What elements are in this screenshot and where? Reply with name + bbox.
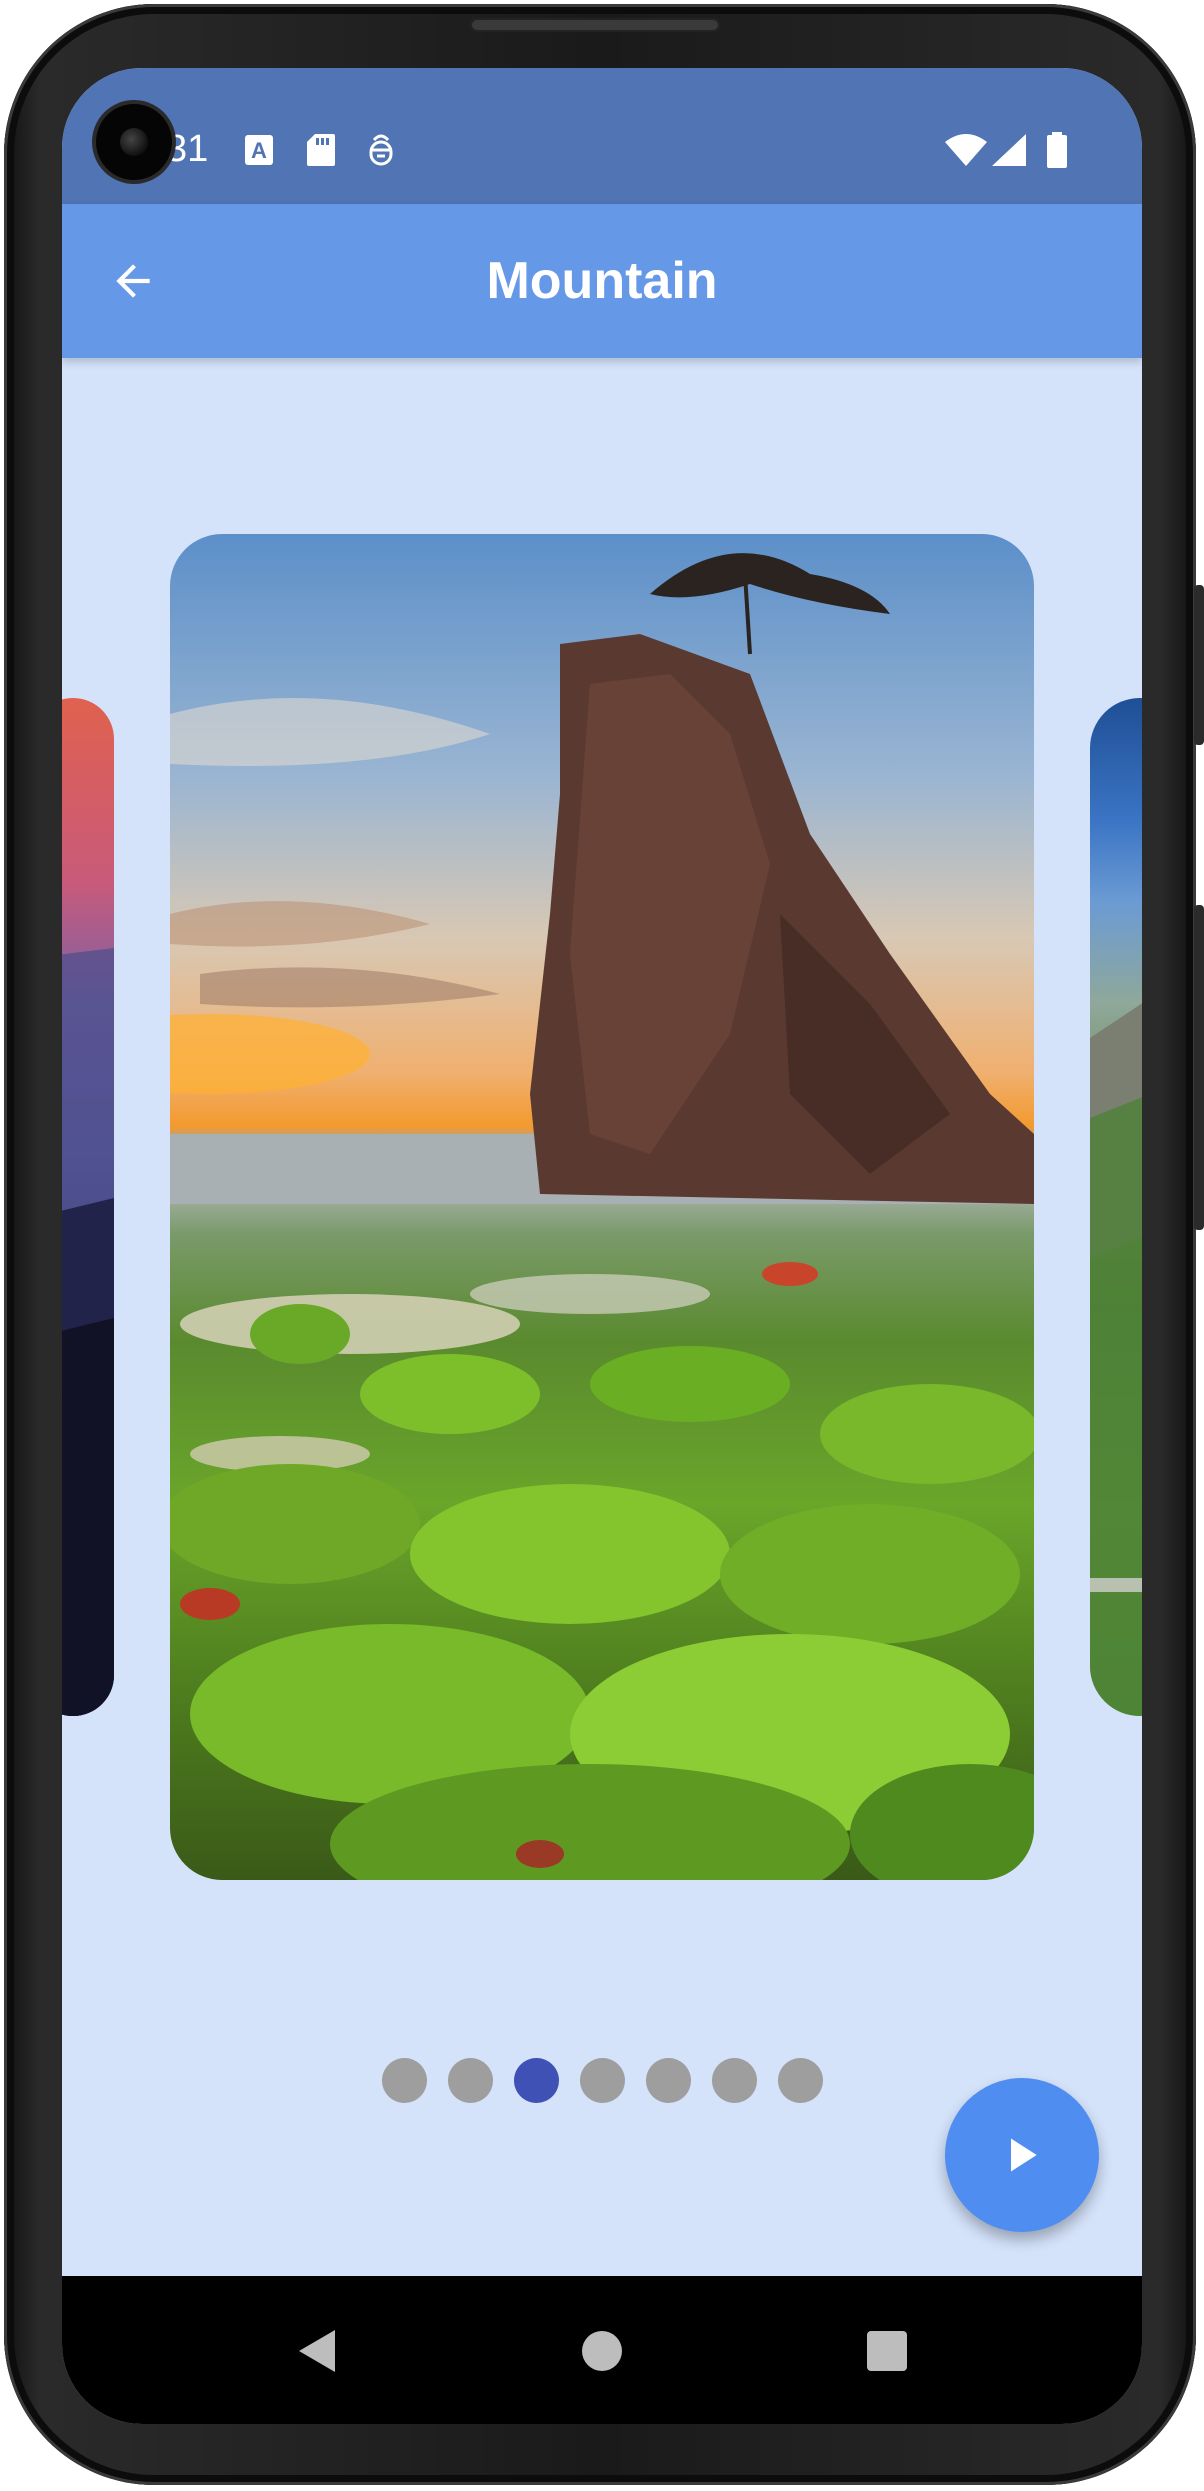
recents-square-icon bbox=[867, 2331, 907, 2371]
sunset-mountain-photo bbox=[62, 948, 114, 1716]
cell-signal-icon bbox=[992, 134, 1026, 166]
volume-button bbox=[1194, 585, 1204, 745]
sea-stack-mossy-rocks-photo bbox=[170, 553, 1034, 1880]
status-time: 31 bbox=[166, 128, 209, 170]
nav-back-button[interactable] bbox=[282, 2316, 352, 2386]
earpiece-speaker bbox=[470, 18, 720, 32]
back-triangle-icon bbox=[299, 2330, 335, 2372]
page-title: Mountain bbox=[486, 252, 718, 310]
play-icon bbox=[1011, 2138, 1037, 2172]
keyboard-a-icon: A bbox=[245, 135, 273, 165]
front-camera bbox=[96, 104, 172, 180]
screen: 31 A Mountain bbox=[62, 68, 1142, 2424]
app-bar: Mountain bbox=[62, 204, 1142, 358]
page-dot-3-active[interactable] bbox=[513, 2058, 559, 2103]
page-dot-5[interactable] bbox=[645, 2058, 691, 2103]
page-dot-2[interactable] bbox=[447, 2058, 493, 2103]
green-valley-photo bbox=[1090, 1003, 1142, 1716]
wifi-icon bbox=[945, 134, 987, 166]
carousel-prev-image[interactable] bbox=[62, 698, 114, 1716]
page-dot-7[interactable] bbox=[777, 2058, 823, 2103]
svg-text:A: A bbox=[251, 138, 267, 163]
carousel-next-image[interactable] bbox=[1090, 698, 1142, 1716]
nav-recents-button[interactable] bbox=[852, 2316, 922, 2386]
home-circle-icon bbox=[582, 2331, 622, 2371]
debug-icon bbox=[369, 134, 393, 166]
sd-card-icon bbox=[307, 134, 335, 166]
page-dot-1[interactable] bbox=[381, 2058, 427, 2103]
power-button bbox=[1194, 905, 1204, 1230]
carousel-current-image[interactable] bbox=[170, 534, 1034, 1880]
page-dot-4[interactable] bbox=[579, 2058, 625, 2103]
page-dot-6[interactable] bbox=[711, 2058, 757, 2103]
battery-icon bbox=[1047, 132, 1067, 168]
system-nav-bar bbox=[62, 2276, 1142, 2424]
nav-home-button[interactable] bbox=[567, 2316, 637, 2386]
status-bar: 31 A bbox=[62, 68, 1142, 204]
play-slideshow-button[interactable] bbox=[945, 2078, 1099, 2232]
phone-frame: 31 A Mountain bbox=[0, 0, 1204, 2491]
